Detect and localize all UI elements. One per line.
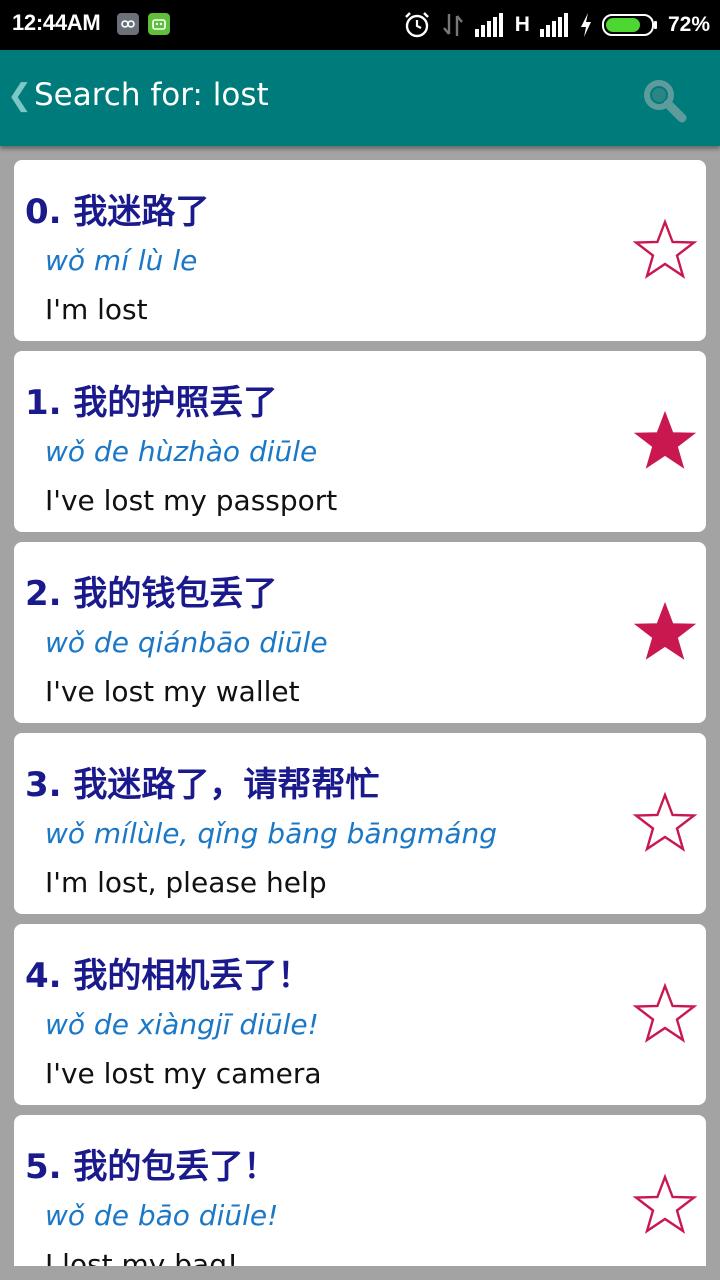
charging-icon <box>580 13 591 37</box>
search-icon[interactable] <box>640 76 688 124</box>
phrase-pinyin: wǒ mílùle, qǐng bāng bāngmáng <box>45 817 498 850</box>
list-bottom-edge <box>0 1266 720 1280</box>
phrase-pinyin: wǒ mí lù le <box>45 244 198 277</box>
signal-icon <box>539 13 568 37</box>
page-title: Search for: lost <box>34 77 269 113</box>
phrase-english: I lost my bag! <box>45 1248 239 1266</box>
list-item[interactable]: 0. 我迷路了 wǒ mí lù le I'm lost <box>14 160 706 341</box>
signal-icon <box>474 13 503 37</box>
network-type: H <box>514 13 530 36</box>
status-time: 12:44AM <box>12 10 101 35</box>
star-outline-icon[interactable] <box>632 218 698 284</box>
phrase-hanzi: 0. 我迷路了 <box>25 192 210 232</box>
phrase-pinyin: wǒ de hùzhào diūle <box>45 435 318 468</box>
star-outline-icon[interactable] <box>632 1173 698 1239</box>
phrase-english: I'm lost <box>45 293 148 326</box>
phrase-english: I've lost my passport <box>45 484 338 517</box>
star-outline-icon[interactable] <box>632 791 698 857</box>
phrase-pinyin: wǒ de bāo diūle! <box>45 1199 279 1232</box>
phrase-english: I've lost my camera <box>45 1057 322 1090</box>
phrase-english: I'm lost, please help <box>45 866 327 899</box>
alarm-icon <box>404 12 429 38</box>
list-item[interactable]: 5. 我的包丢了！ wǒ de bāo diūle! I lost my bag… <box>14 1115 706 1266</box>
star-filled-icon[interactable] <box>632 600 698 666</box>
phrase-pinyin: wǒ de xiàngjī diūle! <box>45 1008 319 1041</box>
phrase-hanzi: 5. 我的包丢了！ <box>25 1147 278 1187</box>
results-list[interactable]: 0. 我迷路了 wǒ mí lù le I'm lost 1. 我的护照丢了 w… <box>0 146 720 1266</box>
data-transfer-icon <box>442 14 463 36</box>
phrase-hanzi: 2. 我的钱包丢了 <box>25 574 278 614</box>
action-bar: ❮ Search for: lost <box>0 50 720 146</box>
star-filled-icon[interactable] <box>632 409 698 475</box>
phrase-hanzi: 3. 我迷路了，请帮帮忙 <box>25 765 380 805</box>
list-item[interactable]: 1. 我的护照丢了 wǒ de hùzhào diūle I've lost m… <box>14 351 706 532</box>
app-icon-green <box>148 13 170 35</box>
app-icon-gray <box>117 13 139 35</box>
list-item[interactable]: 3. 我迷路了，请帮帮忙 wǒ mílùle, qǐng bāng bāngmá… <box>14 733 706 914</box>
star-outline-icon[interactable] <box>632 982 698 1048</box>
phrase-pinyin: wǒ de qiánbāo diūle <box>45 626 328 659</box>
phrase-hanzi: 4. 我的相机丢了！ <box>25 956 312 996</box>
list-item[interactable]: 4. 我的相机丢了！ wǒ de xiàngjī diūle! I've los… <box>14 924 706 1105</box>
list-item[interactable]: 2. 我的钱包丢了 wǒ de qiánbāo diūle I've lost … <box>14 542 706 723</box>
phrase-hanzi: 1. 我的护照丢了 <box>25 383 278 423</box>
chevron-left-icon[interactable]: ❮ <box>7 78 32 113</box>
phrase-english: I've lost my wallet <box>45 675 300 708</box>
status-bar: 12:44AM H 72% <box>0 0 720 50</box>
battery-percent: 72% <box>667 13 710 36</box>
battery-icon <box>601 14 657 36</box>
